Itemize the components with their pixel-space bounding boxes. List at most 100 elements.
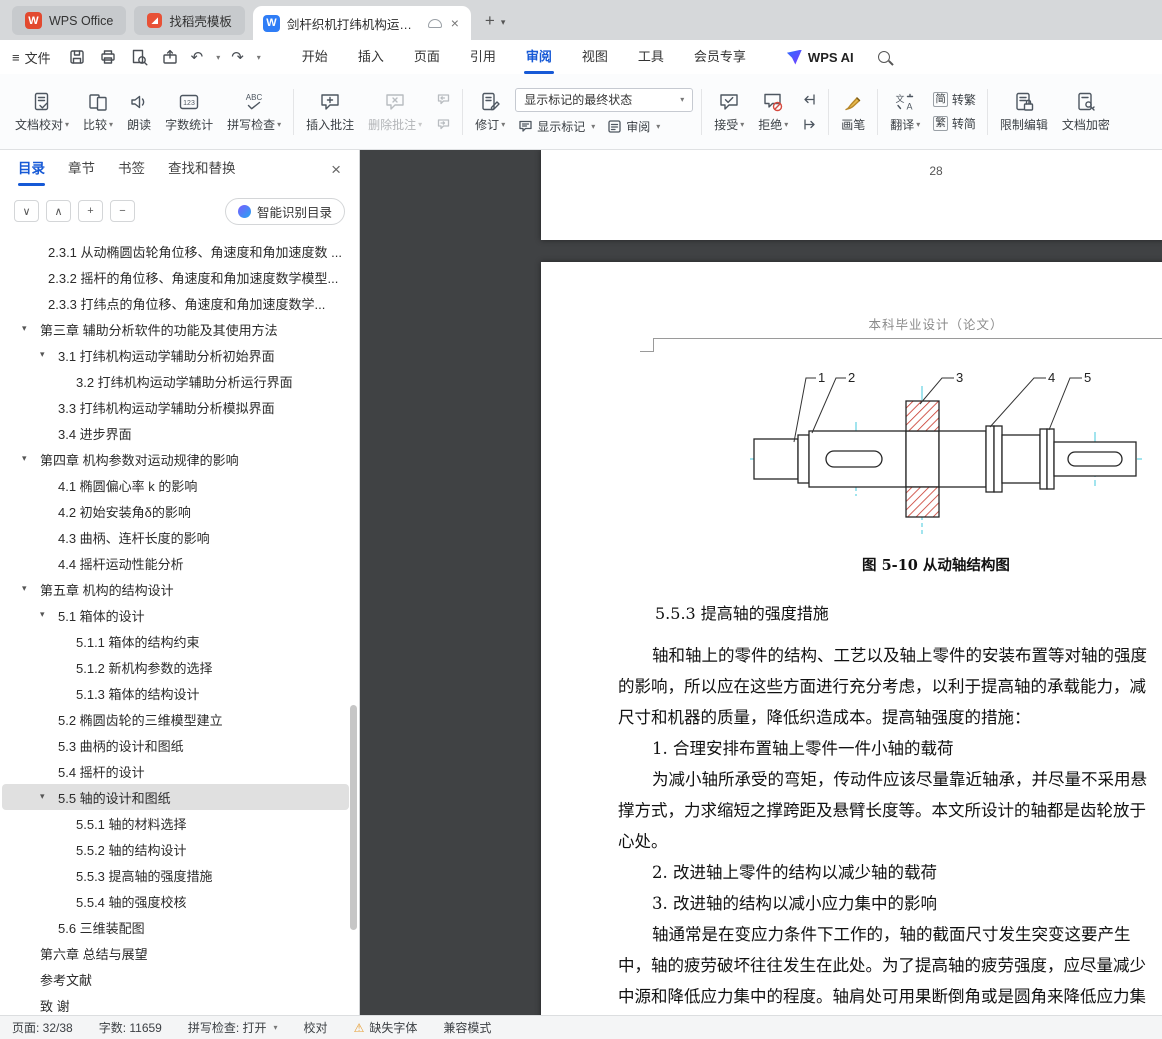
toc-item[interactable]: ▾ 5.5.3 提高轴的强度措施	[2, 862, 349, 888]
search-icon[interactable]	[877, 51, 890, 63]
page-previous[interactable]: 28	[541, 150, 1162, 240]
toc-item[interactable]: ▾ 4.2 初始安装角δ的影响	[2, 498, 349, 524]
close-tab-icon[interactable]: ×	[449, 15, 461, 31]
redo-icon[interactable]: ↷	[231, 48, 244, 66]
insert-comment-button[interactable]: 插入批注	[299, 87, 361, 137]
word-count-indicator[interactable]: 字数: 11659	[99, 1019, 162, 1036]
missing-font-warning[interactable]: ⚠ 缺失字体	[354, 1019, 418, 1036]
toc-item[interactable]: ▾ 3.4 进步界面	[2, 420, 349, 446]
tab-wps-home[interactable]: W WPS Office	[12, 6, 127, 35]
text-line[interactable]: 轴通常是在变应力条件下工作的，轴的截面尺寸发生突变这要产生	[618, 919, 1162, 950]
toc-item[interactable]: ▾ 第四章 机构参数对运动规律的影响	[2, 446, 349, 472]
sidebar-scrollbar[interactable]	[350, 705, 357, 930]
print-icon[interactable]	[98, 47, 118, 67]
toc-item[interactable]: ▾ 5.5.1 轴的材料选择	[2, 810, 349, 836]
undo-chevron-icon[interactable]: ▾	[216, 53, 220, 62]
document-canvas[interactable]: 28 本科毕业设计（论文） 1 2 3 4 5 图 5-10 从动轴结构图 5.…	[360, 150, 1162, 1015]
toc-item[interactable]: ▾ 5.5 轴的设计和图纸	[2, 784, 349, 810]
toc-item[interactable]: ▾ 5.1.3 箱体的结构设计	[2, 680, 349, 706]
markup-state-select[interactable]: 显示标记的最终状态 ▾	[515, 87, 694, 112]
output-icon[interactable]	[160, 47, 180, 67]
toc-item[interactable]: ▾ 2.3.3 打纬点的角位移、角速度和角加速度数学...	[2, 290, 349, 316]
toc-item[interactable]: ▾ 第六章 总结与展望	[2, 940, 349, 966]
restrict-editing-button[interactable]: 限制编辑	[993, 87, 1055, 137]
delete-comment-button[interactable]: 删除批注 ▾	[361, 87, 429, 137]
quick-toolbar-chevron-icon[interactable]: ▾	[257, 53, 261, 62]
toc-item[interactable]: ▾ 4.3 曲柄、连杆长度的影响	[2, 524, 349, 550]
compare-button[interactable]: 比较 ▾	[76, 87, 120, 137]
tab-document[interactable]: W 剑杆织机打纬机构运动仿真及... ×	[252, 6, 471, 40]
menu-tab[interactable]: 工具	[623, 40, 679, 74]
show-markup-button[interactable]: 显示标记 ▾	[515, 117, 598, 136]
doc-proof-button[interactable]: 文档校对 ▾	[8, 87, 76, 137]
chevron-down-icon[interactable]: ▾	[40, 791, 45, 802]
menu-tab[interactable]: 开始	[287, 40, 343, 74]
track-changes-button[interactable]: 修订 ▾	[468, 87, 512, 137]
toc-item[interactable]: ▾ 第五章 机构的结构设计	[2, 576, 349, 602]
text-line[interactable]: 1. 合理安排布置轴上零件一件小轴的载荷	[618, 733, 1162, 764]
toc-item[interactable]: ▾ 5.5.2 轴的结构设计	[2, 836, 349, 862]
review-pane-button[interactable]: 审阅 ▾	[604, 117, 663, 136]
pen-button[interactable]: 画笔	[834, 87, 872, 137]
zoom-out-button[interactable]: −	[110, 200, 135, 222]
toc-item[interactable]: ▾ 5.6 三维装配图	[2, 914, 349, 940]
sidebar-panel-tab[interactable]: 目录	[18, 150, 45, 188]
toc-item[interactable]: ▾ 3.2 打纬机构运动学辅助分析运行界面	[2, 368, 349, 394]
chevron-down-icon[interactable]: ▾	[22, 453, 27, 464]
toc-item[interactable]: ▾ 5.1.2 新机构参数的选择	[2, 654, 349, 680]
text-line[interactable]: 心处。	[618, 826, 1162, 857]
sidebar-panel-tab[interactable]: 书签	[118, 150, 145, 188]
menu-tab[interactable]: 引用	[455, 40, 511, 74]
to-simplified-button[interactable]: 繁 转简	[930, 114, 979, 133]
file-menu-button[interactable]: ≡ 文件	[12, 48, 51, 67]
menu-tab[interactable]: 页面	[399, 40, 455, 74]
compatibility-mode-indicator[interactable]: 兼容模式	[443, 1019, 491, 1036]
previous-change-button[interactable]	[798, 89, 820, 109]
proofread-button[interactable]: 校对	[304, 1019, 328, 1036]
toc-item[interactable]: ▾ 5.4 摇杆的设计	[2, 758, 349, 784]
page-current[interactable]: 本科毕业设计（论文） 1 2 3 4 5 图 5-10 从动轴结构图 5.5.3…	[541, 262, 1162, 1015]
chevron-down-icon[interactable]: ▾	[22, 323, 27, 334]
text-line[interactable]: 撑方式，力求缩短之撑跨距及悬臂长度等。本文所设计的轴都是齿轮放于	[618, 795, 1162, 826]
toc-item[interactable]: ▾ 3.3 打纬机构运动学辅助分析模拟界面	[2, 394, 349, 420]
toc-item[interactable]: ▾ 5.1 箱体的设计	[2, 602, 349, 628]
close-panel-icon[interactable]: ×	[331, 161, 341, 178]
toc-item[interactable]: ▾ 4.1 椭圆偏心率 k 的影响	[2, 472, 349, 498]
save-icon[interactable]	[67, 47, 87, 67]
text-line[interactable]: 中，轴的疲劳破坏往往发生在此处。为了提高轴的疲劳强度，应尽量减少	[618, 950, 1162, 981]
menu-tab[interactable]: 插入	[343, 40, 399, 74]
print-preview-icon[interactable]	[129, 47, 149, 67]
text-line[interactable]: 3. 改进轴的结构以减小应力集中的影响	[618, 888, 1162, 919]
spellcheck-toggle[interactable]: 拼写检查: 打开 ▾	[188, 1019, 278, 1036]
chevron-down-icon[interactable]: ▾	[40, 609, 45, 620]
text-line[interactable]: 为减小轴所承受的弯矩，传动件应该尽量靠近轴承，并尽量不采用悬	[618, 764, 1162, 795]
toc-item[interactable]: ▾ 5.3 曲柄的设计和图纸	[2, 732, 349, 758]
zoom-in-button[interactable]: +	[78, 200, 103, 222]
menu-tab[interactable]: 审阅	[511, 40, 567, 74]
encrypt-document-button[interactable]: 文档加密	[1055, 87, 1117, 137]
toc-item[interactable]: ▾ 5.5.4 轴的强度校核	[2, 888, 349, 914]
word-count-button[interactable]: 123 字数统计	[158, 87, 220, 137]
toc-item[interactable]: ▾ 第三章 辅助分析软件的功能及其使用方法	[2, 316, 349, 342]
text-line[interactable]: 的影响，所以应在这些方面进行充分考虑，以利于提高轴的承载能力，减	[618, 671, 1162, 702]
tab-docer[interactable]: 找稻壳模板	[134, 6, 245, 35]
chevron-down-icon[interactable]: ▾	[22, 583, 27, 594]
chevron-down-icon[interactable]: ▾	[40, 349, 45, 360]
reject-button[interactable]: 拒绝 ▾	[751, 87, 795, 137]
toc-item[interactable]: ▾ 5.1.1 箱体的结构约束	[2, 628, 349, 654]
toc-item[interactable]: ▾ 4.4 摇杆运动性能分析	[2, 550, 349, 576]
toc-item[interactable]: ▾ 5.2 椭圆齿轮的三维模型建立	[2, 706, 349, 732]
next-comment-button[interactable]	[432, 114, 454, 134]
smart-toc-button[interactable]: 智能识别目录	[224, 197, 345, 225]
accept-button[interactable]: 接受 ▾	[707, 87, 751, 137]
toc-item[interactable]: ▾ 参考文献	[2, 966, 349, 992]
page-indicator[interactable]: 页面: 32/38	[12, 1019, 73, 1036]
translate-button[interactable]: 文A 翻译 ▾	[883, 87, 927, 137]
undo-icon[interactable]: ↶	[191, 48, 204, 66]
text-line[interactable]: 轴和轴上的零件的结构、工艺以及轴上零件的安装布置等对轴的强度	[618, 640, 1162, 671]
collapse-all-button[interactable]: ∨	[14, 200, 39, 222]
next-change-button[interactable]	[798, 114, 820, 134]
new-tab-button[interactable]: +	[485, 11, 495, 31]
menu-tab[interactable]: 视图	[567, 40, 623, 74]
toc-item[interactable]: ▾ 3.1 打纬机构运动学辅助分析初始界面	[2, 342, 349, 368]
